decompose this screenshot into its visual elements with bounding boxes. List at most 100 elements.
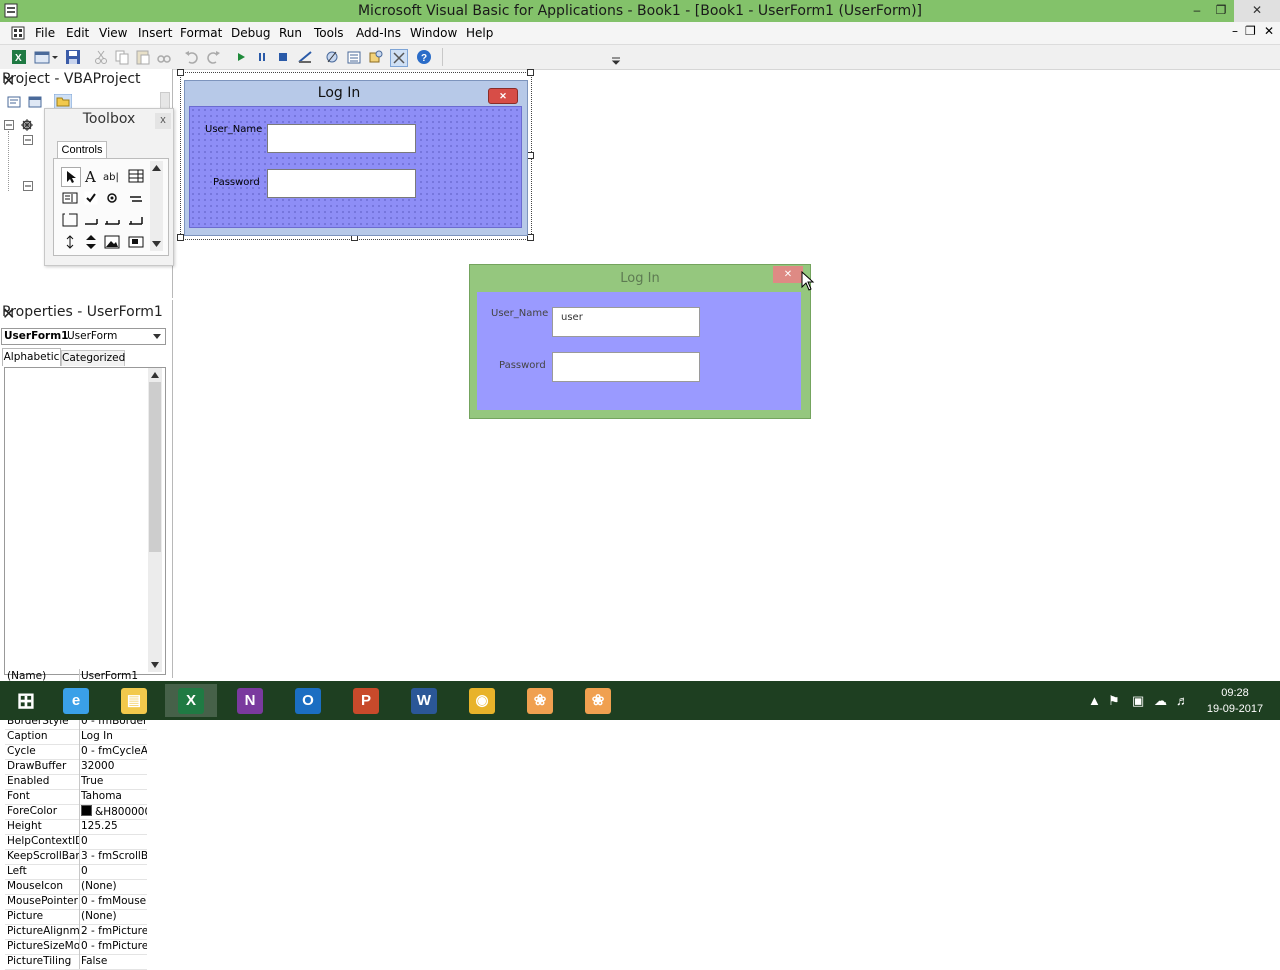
help-icon[interactable]: ?: [416, 49, 432, 65]
copy-icon[interactable]: [114, 49, 130, 65]
menu-edit[interactable]: Edit: [66, 26, 89, 40]
property-row[interactable]: MouseIcon (None): [5, 879, 147, 895]
tray-device-icon[interactable]: ▣: [1132, 693, 1144, 709]
minimize-button[interactable]: –: [1184, 0, 1210, 22]
dropdown-arrow-icon[interactable]: [51, 49, 59, 65]
taskbar-file-explorer-button[interactable]: ▤: [108, 684, 160, 717]
restore-button[interactable]: ❐: [1208, 0, 1234, 22]
taskbar-chrome-button[interactable]: ◉: [456, 684, 508, 717]
property-value[interactable]: 0: [81, 835, 147, 847]
project-panel-title[interactable]: Project - VBAProject ✕: [0, 69, 172, 90]
frame-control-icon[interactable]: [61, 211, 79, 229]
toolbox-tab-controls[interactable]: Controls: [57, 141, 107, 159]
close-button[interactable]: ✕: [1234, 0, 1280, 22]
property-value[interactable]: 125.25: [81, 820, 147, 832]
property-row[interactable]: KeepScrollBarsV3 - fmScrollBar: [5, 849, 147, 865]
tray-volume-icon[interactable]: ♬: [1176, 693, 1189, 708]
menu-add-ins[interactable]: Add-Ins: [356, 26, 401, 40]
property-row[interactable]: PictureAlignmen2 - fmPictureAl: [5, 924, 147, 940]
view-object-icon[interactable]: [28, 96, 42, 108]
design-label-password[interactable]: Password: [213, 177, 260, 188]
clock-date[interactable]: 19-09-2017: [1200, 703, 1270, 715]
property-value[interactable]: 0 - fmPictureSi: [81, 940, 147, 952]
combobox-control-icon[interactable]: [127, 167, 145, 185]
taskbar-app-flower-2-button[interactable]: ❀: [572, 684, 624, 717]
scroll-down-icon[interactable]: [152, 241, 161, 247]
toolbar-options-icon[interactable]: [611, 55, 621, 65]
project-explorer-icon[interactable]: [324, 49, 340, 65]
property-value[interactable]: 2 - fmPictureAl: [81, 925, 147, 937]
design-mode-icon[interactable]: [297, 49, 313, 65]
property-row[interactable]: HelpContextID 0: [5, 834, 147, 850]
taskbar-internet-explorer-button[interactable]: e: [50, 684, 102, 717]
paste-icon[interactable]: [135, 49, 151, 65]
resize-handle-bottom-right[interactable]: [527, 234, 534, 241]
property-row[interactable]: ForeColor &H800000: [5, 804, 147, 820]
undo-icon[interactable]: [184, 49, 200, 65]
scroll-up-icon[interactable]: [152, 165, 161, 171]
toolbox-close-icon[interactable]: x: [155, 113, 171, 129]
taskbar-outlook-button[interactable]: O: [282, 684, 334, 717]
window-titlebar[interactable]: Microsoft Visual Basic for Applications …: [0, 0, 1280, 22]
view-code-icon[interactable]: [7, 96, 21, 108]
property-row[interactable]: Left 0: [5, 864, 147, 880]
tree-collapse-icon-2[interactable]: [23, 135, 33, 145]
togglebutton-control-icon[interactable]: [127, 189, 145, 207]
resize-handle-bottom-left[interactable]: [177, 234, 184, 241]
property-value[interactable]: &H800000: [81, 805, 147, 818]
project-panel-close-icon[interactable]: ✕: [2, 71, 168, 90]
property-value[interactable]: (None): [81, 910, 147, 922]
toggle-folders-icon[interactable]: [54, 94, 72, 109]
props-scroll-up-icon[interactable]: [151, 372, 159, 378]
running-login-form[interactable]: Log In ✕ User_Name user Password: [469, 264, 815, 419]
props-scroll-down-icon[interactable]: [151, 662, 159, 668]
property-value[interactable]: 0 - fmMousePo: [81, 895, 147, 907]
object-selector[interactable]: UserForm1 UserForm: [1, 328, 166, 345]
optionbutton-control-icon[interactable]: [103, 189, 121, 207]
taskbar-excel-button[interactable]: X: [165, 684, 217, 717]
run-password-textbox[interactable]: [552, 352, 700, 382]
menu-debug[interactable]: Debug: [231, 26, 270, 40]
property-value[interactable]: (None): [81, 880, 147, 892]
menu-file[interactable]: File: [35, 26, 55, 40]
property-row[interactable]: Picture (None): [5, 909, 147, 925]
save-icon[interactable]: [65, 49, 81, 65]
design-userform[interactable]: Log In ✕ User_Name Password: [184, 80, 528, 236]
tab-categorized[interactable]: Categorized: [61, 350, 125, 366]
clock-time[interactable]: 09:28: [1205, 687, 1265, 699]
commandbutton-control-icon[interactable]: [82, 211, 100, 229]
tree-collapse-icon[interactable]: [4, 120, 14, 130]
spinbutton-control-icon[interactable]: [82, 233, 100, 251]
refedit-control-icon[interactable]: [127, 233, 145, 251]
properties-scrollbar-thumb[interactable]: [149, 382, 161, 552]
resize-handle-top-left[interactable]: [177, 69, 184, 76]
mdi-close-button[interactable]: ✕: [1264, 24, 1274, 38]
reset-icon[interactable]: [275, 49, 291, 65]
property-row[interactable]: Cycle 0 - fmCycleAllF: [5, 744, 147, 760]
checkbox-control-icon[interactable]: [82, 189, 100, 207]
menu-view[interactable]: View: [99, 26, 127, 40]
vba-project-icon[interactable]: [19, 118, 35, 132]
cut-icon[interactable]: [93, 49, 109, 65]
toolbox-scrollbar[interactable]: [150, 161, 163, 251]
property-row[interactable]: MousePointer0 - fmMousePo: [5, 894, 147, 910]
properties-window-icon[interactable]: [346, 49, 362, 65]
property-row[interactable]: Font Tahoma: [5, 789, 147, 805]
property-row[interactable]: DrawBuffer 32000: [5, 759, 147, 775]
property-value[interactable]: Tahoma: [81, 790, 147, 802]
property-value[interactable]: 3 - fmScrollBar: [81, 850, 147, 862]
resize-handle-right[interactable]: [527, 152, 534, 159]
menu-window[interactable]: Window: [410, 26, 457, 40]
design-label-user-name[interactable]: User_Name: [205, 124, 262, 135]
tray-flag-icon[interactable]: ⚑: [1108, 693, 1120, 709]
break-icon[interactable]: [254, 49, 270, 65]
property-row[interactable]: Height 125.25: [5, 819, 147, 835]
property-row[interactable]: Enabled True: [5, 774, 147, 790]
image-control-icon[interactable]: [103, 233, 121, 251]
view-excel-icon[interactable]: X: [11, 49, 27, 65]
insert-userform-icon[interactable]: [34, 49, 50, 65]
resize-handle-top-right[interactable]: [527, 69, 534, 76]
property-value[interactable]: 0: [81, 865, 147, 877]
mdi-restore-button[interactable]: ❐: [1245, 24, 1256, 38]
tree-collapse-icon-3[interactable]: [23, 181, 33, 191]
